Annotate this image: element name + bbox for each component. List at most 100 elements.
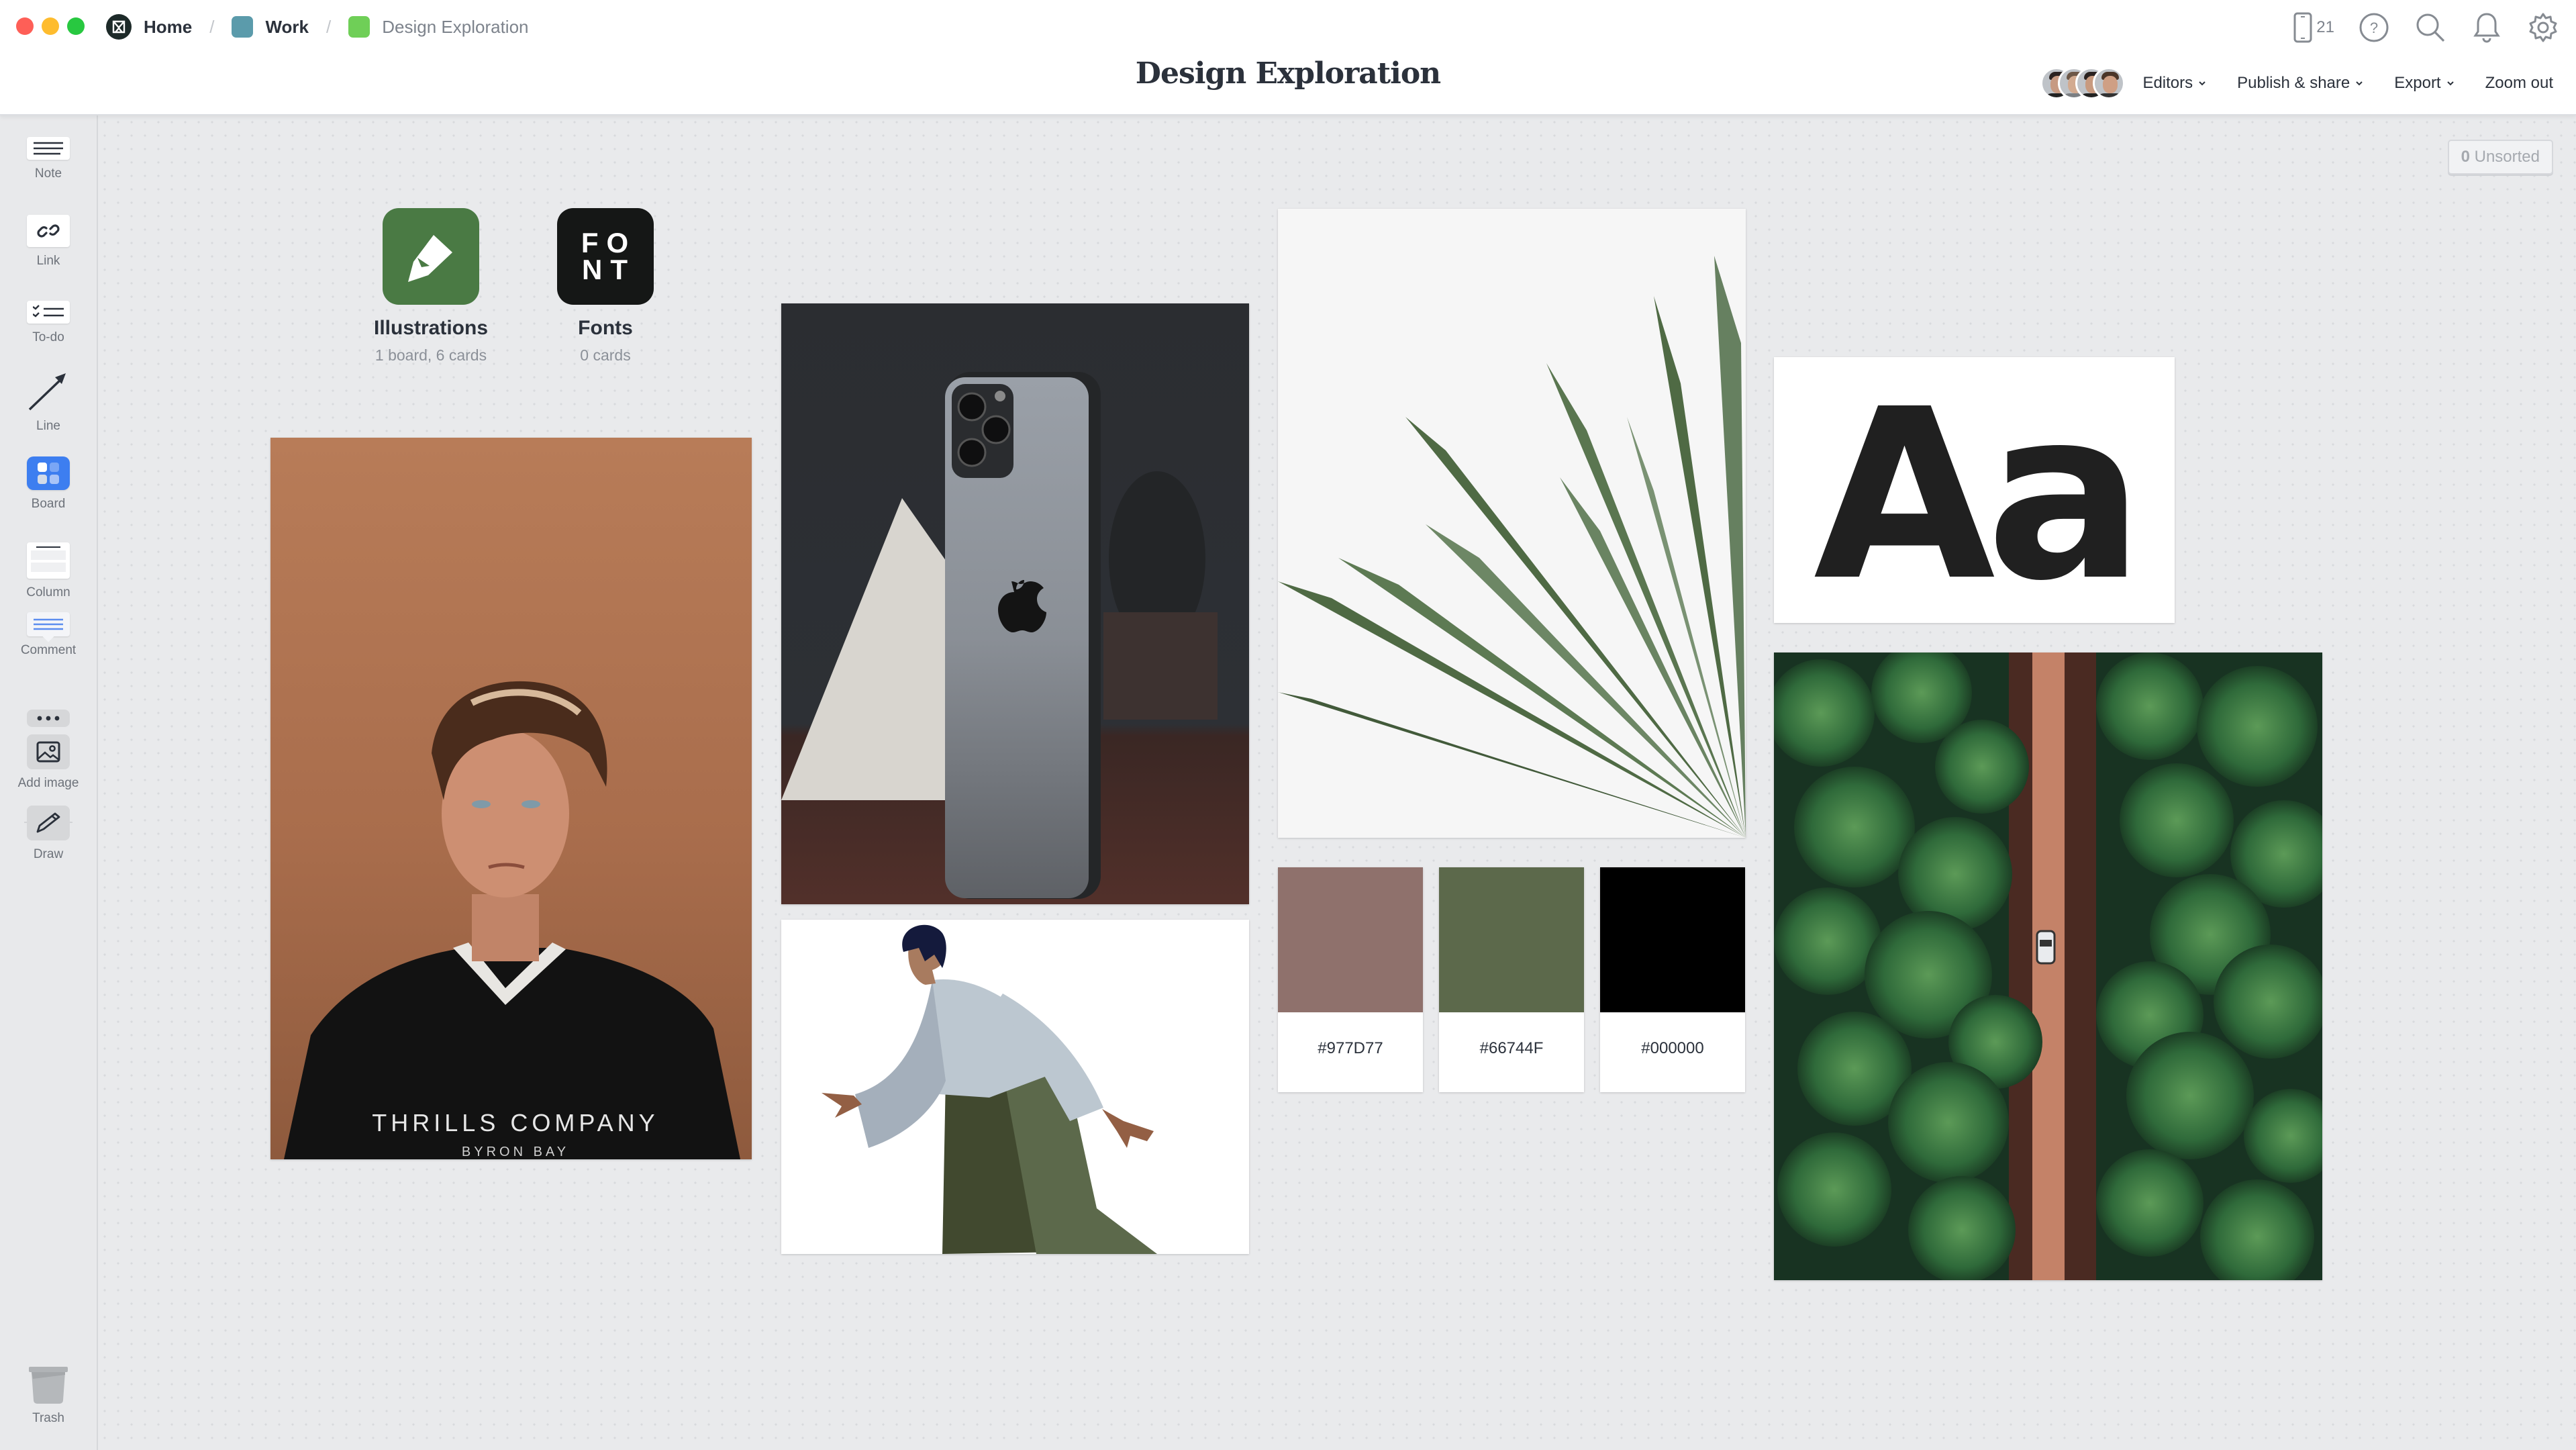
editor-avatars[interactable] [2040, 67, 2126, 99]
help-icon: ? [2359, 13, 2389, 42]
tool-more[interactable] [0, 710, 97, 727]
board-subtitle: 1 board, 6 cards [375, 346, 487, 364]
tool-link[interactable]: Link [0, 215, 97, 269]
color-swatch[interactable]: #000000 [1600, 867, 1745, 1092]
typography-card[interactable]: Aa [1774, 357, 2175, 623]
color-swatch[interactable]: #977D77 [1278, 867, 1423, 1092]
swatch-hex: #000000 [1641, 1039, 1704, 1057]
editors-dropdown[interactable]: Editors [2142, 74, 2206, 93]
close-window-button[interactable] [16, 17, 34, 35]
mobile-device-button[interactable]: 21 [2293, 12, 2334, 43]
avatar [2093, 67, 2126, 99]
trash[interactable]: Trash [0, 1367, 97, 1426]
swatch-color [1278, 867, 1423, 1012]
breadcrumb: Home / Work / Design Exploration [106, 12, 528, 42]
tool-comment[interactable]: Comment [0, 612, 97, 658]
device-count: 21 [2316, 18, 2334, 36]
board-title[interactable]: Fonts [525, 317, 686, 340]
walking-illustration-card[interactable] [781, 920, 1249, 1254]
font-icon-text-bottom: NT [581, 254, 636, 285]
breadcrumb-work[interactable]: Work [232, 16, 309, 38]
font-board-icon: FO NT [575, 227, 637, 285]
milanote-logo-icon [106, 14, 132, 40]
trash-label: Trash [32, 1411, 64, 1425]
publish-share-dropdown[interactable]: Publish & share [2237, 74, 2363, 93]
phone-photo [781, 372, 1218, 899]
forest-road-photo-card[interactable] [1774, 652, 2322, 1280]
mobile-device-icon [2293, 12, 2312, 43]
editors-label: Editors [2142, 74, 2193, 92]
tool-todo[interactable]: To-do [0, 301, 97, 345]
breadcrumb-current[interactable]: Design Exploration [348, 16, 528, 38]
tool-note[interactable]: Note [0, 137, 97, 181]
board-canvas[interactable]: 0 Unsorted Illustrations 1 board, 6 card… [98, 115, 2576, 1450]
unsorted-count: 0 [2461, 148, 2470, 166]
export-label: Export [2394, 74, 2441, 92]
zoom-out-button[interactable]: Zoom out [2485, 74, 2553, 93]
settings-button[interactable] [2526, 11, 2560, 44]
portrait-photo: THRILLS COMPANY BYRON BAY [284, 681, 740, 1159]
walking-illustration [822, 924, 1157, 1254]
tool-add-image[interactable]: Add image [0, 734, 97, 791]
chevron-down-icon [2199, 81, 2206, 86]
tool-board[interactable]: Board [0, 456, 97, 512]
publish-label: Publish & share [2237, 74, 2350, 92]
image-icon [27, 734, 70, 769]
top-icons: 21 ? [2293, 11, 2560, 44]
link-icon [27, 215, 70, 247]
export-dropdown[interactable]: Export [2394, 74, 2454, 93]
breadcrumb-separator: / [209, 16, 215, 37]
breadcrumb-separator: / [326, 16, 332, 37]
breadcrumb-home[interactable]: Home [106, 14, 192, 40]
chevron-down-icon [2356, 81, 2363, 86]
tool-label: Board [31, 497, 66, 511]
board-title[interactable]: Illustrations [350, 317, 511, 340]
search-button[interactable] [2414, 11, 2447, 44]
board-icon [27, 456, 70, 490]
unsorted-button[interactable]: 0 Unsorted [2447, 140, 2553, 175]
pencil-icon [27, 806, 70, 840]
minimize-window-button[interactable] [42, 17, 59, 35]
board-illustrations[interactable] [383, 208, 479, 305]
bell-icon [2473, 13, 2500, 43]
tool-label: Line [36, 419, 60, 433]
help-button[interactable]: ? [2357, 11, 2391, 44]
tool-label: To-do [32, 330, 64, 344]
tool-line[interactable]: Line [0, 371, 97, 434]
search-icon [2416, 13, 2445, 42]
type-sample: Aa [1813, 358, 2144, 623]
forest-road-photo [1774, 652, 2322, 1280]
portrait-photo-card[interactable]: THRILLS COMPANY BYRON BAY [270, 438, 752, 1159]
font-icon-text-top: FO [581, 227, 637, 258]
color-swatch[interactable]: #66744F [1439, 867, 1584, 1092]
line-arrow-icon [27, 371, 70, 412]
tool-sidebar: Note Link To-do Line Board Column Commen… [0, 115, 98, 1450]
top-bar: Home / Work / Design Exploration Design … [0, 0, 2576, 115]
breadcrumb-current-label: Design Exploration [382, 16, 529, 37]
swatch-hex: #66744F [1479, 1039, 1544, 1057]
shirt-text: THRILLS COMPANY [372, 1109, 658, 1137]
pencil-icon [408, 235, 452, 282]
board-fonts[interactable]: FO NT [557, 208, 654, 305]
todo-icon [27, 301, 70, 324]
swatch-hex: #977D77 [1318, 1039, 1383, 1057]
shirt-subtext: BYRON BAY [462, 1145, 569, 1159]
svg-text:?: ? [2370, 19, 2378, 36]
swatch-color [1439, 867, 1584, 1012]
notifications-button[interactable] [2470, 11, 2504, 44]
tool-label: Comment [20, 643, 77, 657]
tool-column[interactable]: Column [0, 542, 97, 600]
tool-draw[interactable]: Draw [0, 806, 97, 862]
window-controls [16, 17, 85, 35]
breadcrumb-work-label: Work [265, 16, 309, 37]
zoom-out-label: Zoom out [2485, 74, 2553, 92]
maximize-window-button[interactable] [67, 17, 85, 35]
plant-photo [1278, 256, 1746, 838]
plant-photo-card[interactable] [1278, 209, 1746, 838]
note-icon [27, 137, 70, 160]
phone-photo-card[interactable] [781, 303, 1249, 904]
board-square-icon [348, 16, 370, 38]
breadcrumb-home-label: Home [144, 16, 193, 37]
tool-label: Link [36, 254, 60, 268]
comment-icon [27, 612, 70, 642]
